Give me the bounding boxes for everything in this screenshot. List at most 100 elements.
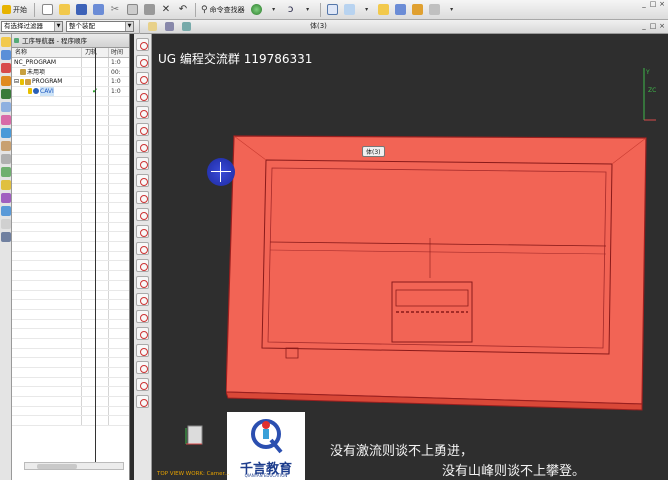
process-studio-tab[interactable] (1, 167, 11, 177)
delete-button[interactable]: ✕ (159, 2, 173, 17)
snap-end-button[interactable] (162, 19, 176, 34)
empty-row (12, 319, 129, 330)
arc-tool-button[interactable] (136, 55, 149, 68)
feature-navigator-tab[interactable] (1, 102, 11, 112)
expand-toggle-icon[interactable]: ⊟ (14, 77, 19, 86)
rectangle-tool-button[interactable] (136, 89, 149, 102)
snap-icon (164, 22, 174, 31)
line-tool-button[interactable] (136, 38, 149, 51)
reuse-library-tab[interactable] (1, 115, 11, 125)
wcs-dropdown[interactable]: ▾ (301, 2, 315, 17)
render-style-button[interactable] (250, 2, 264, 17)
mold-part-body[interactable] (226, 130, 668, 416)
machine-navigator-tab[interactable] (1, 89, 11, 99)
assembly-navigator-tab[interactable] (1, 37, 11, 47)
brand-logo: 千言教育 QIANYAN EDUCATION (227, 412, 305, 480)
intersect-curve-tool-button[interactable] (136, 327, 149, 340)
polygon-tool-button[interactable] (136, 106, 149, 119)
system-materials-tab[interactable] (1, 154, 11, 164)
open-folder-icon (58, 4, 70, 15)
constraint-navigator-tab[interactable] (1, 50, 11, 60)
bridge-curve-tool-button[interactable] (136, 259, 149, 272)
section-curve-tool-button[interactable] (136, 344, 149, 357)
more-curve-tool-button[interactable] (136, 395, 149, 408)
datum-dropdown[interactable]: ▾ (360, 2, 374, 17)
hd3d-tab[interactable] (1, 219, 11, 229)
empty-row (12, 125, 129, 136)
selection-filter-select[interactable]: 有选择过滤器 ▼ (1, 21, 63, 32)
pin-icon[interactable] (14, 38, 19, 43)
document-window-controls: _ □ × (640, 22, 666, 31)
project-curve-tool-button[interactable] (136, 191, 149, 204)
divide-curve-tool-button[interactable] (136, 242, 149, 255)
more-tools-dropdown[interactable]: ▾ (445, 2, 459, 17)
tree-row-nc-program[interactable]: NC_PROGRAM 1:0 (12, 58, 129, 68)
part-navigator-tab[interactable] (1, 63, 11, 73)
empty-row (12, 416, 129, 427)
graphics-window[interactable]: UG 编程交流群 119786331 Y ZC 体(3) 千言教育 QIANYA… (152, 34, 668, 480)
extend-tool-button[interactable] (136, 225, 149, 238)
column-time-header[interactable]: 时间 (109, 48, 129, 57)
text-tool-button[interactable] (136, 293, 149, 306)
tree-row-program[interactable]: ⊟ PROGRAM 1:0 (12, 77, 129, 88)
roles-tab[interactable] (1, 180, 11, 190)
snap-mid-button[interactable] (179, 19, 193, 34)
undo-button[interactable]: ↶ (176, 2, 190, 17)
history-tab[interactable] (1, 141, 11, 151)
measure-button[interactable] (428, 2, 442, 17)
helix-tool-button[interactable] (136, 276, 149, 289)
datum-button[interactable] (343, 2, 357, 17)
spline-tool-button[interactable] (136, 123, 149, 136)
trim-tool-button[interactable] (136, 208, 149, 221)
fillet-tool-button[interactable] (136, 140, 149, 153)
palette-tab[interactable] (1, 193, 11, 203)
cut-button[interactable]: ✂ (108, 2, 122, 17)
chamfer-tool-button[interactable] (136, 157, 149, 170)
tree-row-unused-items[interactable]: 未用项 00: (12, 67, 129, 78)
join-curve-tool-button[interactable] (136, 378, 149, 391)
doc-restore-button[interactable]: □ (649, 22, 657, 31)
paste-button[interactable] (142, 2, 156, 17)
close-button[interactable]: × (658, 0, 666, 9)
minimize-button[interactable]: _ (640, 0, 648, 9)
copy-button[interactable] (125, 2, 139, 17)
select-all-button[interactable] (145, 19, 159, 34)
new-file-button[interactable] (40, 2, 54, 17)
restore-button[interactable]: □ (649, 0, 657, 9)
doc-minimize-button[interactable]: _ (640, 22, 648, 31)
open-file-button[interactable] (57, 2, 71, 17)
empty-row (12, 300, 129, 310)
reuse-tab[interactable] (1, 206, 11, 216)
tree-row-cavi[interactable]: CAVI ✔ 1:0 (12, 87, 129, 97)
start-menu-button[interactable]: 开始 (2, 2, 29, 17)
start-label: 开始 (13, 5, 27, 14)
snap-button[interactable] (394, 2, 408, 17)
doc-close-button[interactable]: × (658, 22, 666, 31)
render-style-dropdown[interactable]: ▾ (267, 2, 281, 17)
offset-curve-tool-button[interactable] (136, 174, 149, 187)
isoparametric-tool-button[interactable] (136, 361, 149, 374)
scrollbar-thumb[interactable] (37, 464, 77, 469)
key-icon (28, 88, 32, 95)
svg-text:ZC: ZC (648, 87, 656, 94)
wcs-button[interactable]: ↄ (284, 2, 298, 17)
point-set-tool-button[interactable] (136, 310, 149, 323)
command-finder-button[interactable]: ⚲ 命令查找器 (201, 2, 247, 17)
save-as-button[interactable] (91, 2, 105, 17)
nx-cam-window: 开始 ✂ ✕ ↶ ⚲ 命令查找器 ▾ ↄ ▾ ▾ ▾ _ □ × 有选择过滤器 … (0, 0, 668, 480)
analysis-button[interactable] (411, 2, 425, 17)
save-button[interactable] (74, 2, 88, 17)
circle-tool-button[interactable] (136, 72, 149, 85)
copy-icon (126, 4, 138, 15)
column-name-header[interactable]: 名称 (12, 48, 82, 57)
sketch-button[interactable] (326, 2, 340, 17)
point-button[interactable] (377, 2, 391, 17)
operation-navigator-tab[interactable] (1, 76, 11, 86)
settings-tab[interactable] (1, 232, 11, 242)
assembly-scope-select[interactable]: 整个装配 ▼ (66, 21, 134, 32)
navigator-horizontal-scrollbar[interactable] (24, 462, 124, 470)
web-browser-tab[interactable] (1, 128, 11, 138)
navigator-column-header: 名称 刀轨 时间 (12, 48, 129, 58)
selection-filter-value: 有选择过滤器 (4, 22, 43, 30)
empty-row (12, 358, 129, 368)
